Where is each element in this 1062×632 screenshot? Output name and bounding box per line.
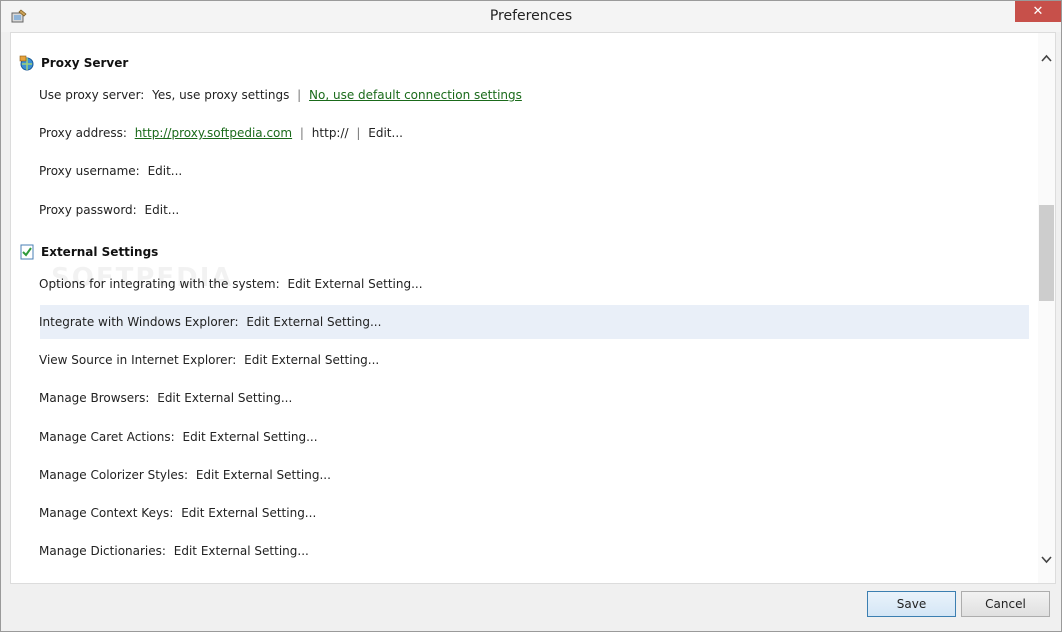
proxy-username-label: Proxy username:: [39, 164, 140, 178]
proxy-password-label: Proxy password:: [39, 203, 137, 217]
separator: |: [297, 88, 302, 102]
external-setting-row[interactable]: Manage Colorizer Styles: Edit External S…: [39, 468, 331, 482]
proxy-section-header: Proxy Server: [19, 55, 128, 71]
use-proxy-no-option[interactable]: No, use default connection settings: [309, 88, 522, 102]
proxy-section-title: Proxy Server: [41, 56, 129, 70]
external-setting-row[interactable]: View Source in Internet Explorer: Edit E…: [39, 353, 379, 367]
scrollbar-thumb[interactable]: [1039, 205, 1054, 301]
external-setting-label: Manage Dictionaries:: [39, 544, 166, 558]
external-setting-row[interactable]: Manage Caret Actions: Edit External Sett…: [39, 430, 318, 444]
preferences-content: SOFTPEDIA Proxy Server Use proxy server:…: [10, 32, 1056, 584]
vertical-scrollbar[interactable]: [1038, 33, 1055, 583]
use-proxy-row: Use proxy server: Yes, use proxy setting…: [39, 88, 522, 102]
separator: |: [356, 126, 361, 140]
use-proxy-yes-option[interactable]: Yes, use proxy settings: [152, 88, 289, 102]
external-section-header: External Settings: [19, 244, 158, 260]
proxy-address-label: Proxy address:: [39, 126, 127, 140]
external-setting-label: Manage Caret Actions:: [39, 430, 175, 444]
title-bar: Preferences ✕: [1, 1, 1061, 32]
edit-external-setting-link[interactable]: Edit External Setting...: [244, 353, 379, 367]
external-setting-row[interactable]: Options for integrating with the system:…: [39, 277, 423, 291]
edit-external-setting-link[interactable]: Edit External Setting...: [183, 430, 318, 444]
proxy-username-row: Proxy username: Edit...: [39, 164, 182, 178]
external-setting-row[interactable]: Manage Context Keys: Edit External Setti…: [39, 506, 316, 520]
checklist-icon: [20, 244, 34, 260]
separator: |: [299, 126, 304, 140]
proxy-password-row: Proxy password: Edit...: [39, 203, 179, 217]
external-setting-label: View Source in Internet Explorer:: [39, 353, 237, 367]
external-setting-row[interactable]: Manage Dictionaries: Edit External Setti…: [39, 544, 309, 558]
proxy-address-edit[interactable]: Edit...: [368, 126, 403, 140]
edit-external-setting-link[interactable]: Edit External Setting...: [196, 468, 331, 482]
cancel-button[interactable]: Cancel: [961, 591, 1050, 617]
external-setting-row[interactable]: Integrate with Windows Explorer: Edit Ex…: [39, 315, 381, 329]
edit-external-setting-link[interactable]: Edit External Setting...: [174, 544, 309, 558]
external-setting-label: Options for integrating with the system:: [39, 277, 280, 291]
scroll-down-arrow-icon[interactable]: [1038, 551, 1055, 567]
external-setting-label: Manage Context Keys:: [39, 506, 174, 520]
edit-external-setting-link[interactable]: Edit External Setting...: [246, 315, 381, 329]
external-setting-label: Manage Colorizer Styles:: [39, 468, 189, 482]
edit-external-setting-link[interactable]: Edit External Setting...: [157, 391, 292, 405]
external-setting-row[interactable]: Manage Browsers: Edit External Setting..…: [39, 391, 292, 405]
save-button[interactable]: Save: [867, 591, 956, 617]
proxy-address-alt-option[interactable]: http://: [312, 126, 349, 140]
preferences-window: Preferences ✕ SOFTPEDIA Proxy Server Use…: [0, 0, 1062, 632]
window-title: Preferences: [489, 8, 573, 24]
globe-settings-icon: [19, 55, 34, 71]
proxy-username-edit[interactable]: Edit...: [148, 164, 183, 178]
external-section-title: External Settings: [41, 245, 159, 259]
proxy-address-row: Proxy address: http://proxy.softpedia.co…: [39, 126, 403, 140]
use-proxy-label: Use proxy server:: [39, 88, 145, 102]
edit-external-setting-link[interactable]: Edit External Setting...: [287, 277, 422, 291]
edit-external-setting-link[interactable]: Edit External Setting...: [181, 506, 316, 520]
external-setting-label: Integrate with Windows Explorer:: [39, 315, 239, 329]
proxy-password-edit[interactable]: Edit...: [145, 203, 180, 217]
proxy-address-value[interactable]: http://proxy.softpedia.com: [135, 126, 292, 140]
external-setting-label: Manage Browsers:: [39, 391, 150, 405]
scroll-up-arrow-icon[interactable]: [1038, 51, 1055, 67]
close-button[interactable]: ✕: [1015, 1, 1061, 22]
